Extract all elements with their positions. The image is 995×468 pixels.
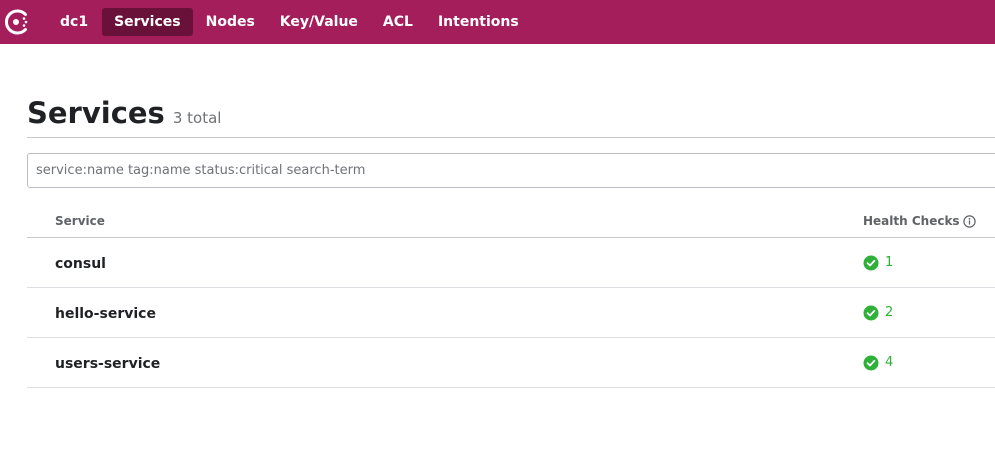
service-count: 3 total <box>172 109 222 127</box>
page-header: Services 3 total <box>27 96 221 130</box>
table-row[interactable]: users-service 4 <box>27 338 995 388</box>
table-header: Service Health Checks <box>27 205 995 238</box>
passing-count: 2 <box>885 305 894 320</box>
health-check-passing: 4 <box>863 355 893 371</box>
check-circle-icon <box>863 305 879 321</box>
search-input[interactable] <box>27 153 995 188</box>
datacenter-selector[interactable]: dc1 <box>48 8 100 36</box>
passing-count: 4 <box>885 355 894 370</box>
consul-logo-icon[interactable] <box>2 7 32 37</box>
table-row[interactable]: hello-service 2 <box>27 288 995 338</box>
table-row[interactable]: consul 1 <box>27 238 995 288</box>
service-name[interactable]: users-service <box>55 356 160 372</box>
service-name[interactable]: consul <box>55 256 106 272</box>
nav-key-value[interactable]: Key/Value <box>268 8 370 36</box>
check-circle-icon <box>863 255 879 271</box>
health-check-passing: 2 <box>863 305 893 321</box>
nav-acl[interactable]: ACL <box>371 8 425 36</box>
passing-count: 1 <box>885 255 894 270</box>
nav-nodes[interactable]: Nodes <box>194 8 267 36</box>
column-header-health-checks: Health Checks <box>863 214 976 228</box>
column-header-service: Service <box>55 214 105 228</box>
top-navigation: dc1 Services Nodes Key/Value ACL Intenti… <box>0 0 995 44</box>
header-divider <box>27 137 995 138</box>
info-icon[interactable] <box>962 214 976 228</box>
nav-services[interactable]: Services <box>102 8 193 36</box>
page-title: Services <box>27 96 165 130</box>
service-name[interactable]: hello-service <box>55 306 156 322</box>
services-table: Service Health Checks consul 1 hello-ser… <box>27 205 995 388</box>
health-checks-label: Health Checks <box>863 214 960 228</box>
nav-intentions[interactable]: Intentions <box>426 8 531 36</box>
check-circle-icon <box>863 355 879 371</box>
health-check-passing: 1 <box>863 255 893 271</box>
